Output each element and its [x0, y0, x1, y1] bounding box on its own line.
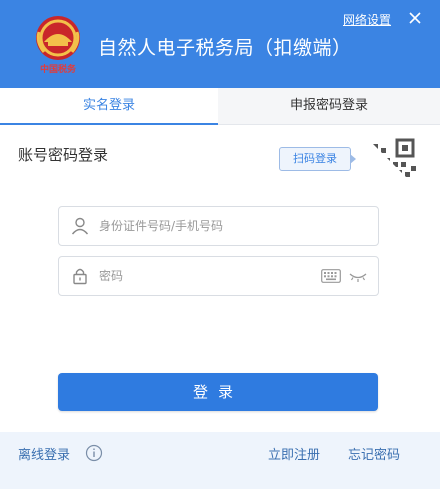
app-title: 自然人电子税务局（扣缴端）: [98, 37, 352, 59]
id-number-field[interactable]: [58, 206, 379, 246]
network-settings-link[interactable]: 网络设置: [343, 11, 391, 28]
form-title: 账号密码登录: [18, 146, 109, 164]
user-icon: [71, 217, 89, 235]
forgot-password-link[interactable]: 忘记密码: [348, 444, 400, 463]
login-button[interactable]: 登录: [58, 373, 378, 411]
header-bar: 中国税务 自然人电子税务局（扣缴端） 网络设置: [0, 0, 440, 88]
footer-bar: 离线登录 立即注册 忘记密码: [0, 432, 440, 489]
offline-login-link[interactable]: 离线登录: [18, 444, 70, 463]
password-field[interactable]: [58, 256, 379, 296]
tab-realname-login[interactable]: 实名登录: [0, 88, 218, 125]
logo-text: 中国税务: [39, 65, 76, 75]
tab-declare-password-login[interactable]: 申报密码登录: [218, 88, 440, 124]
keyboard-icon[interactable]: [321, 269, 341, 283]
qr-code-icon[interactable]: [365, 136, 425, 196]
login-window: 中国税务 自然人电子税务局（扣缴端） 网络设置 实名登录 申报密码登录 账号密码…: [0, 0, 440, 489]
eye-closed-icon[interactable]: [349, 269, 367, 283]
register-link[interactable]: 立即注册: [268, 444, 320, 463]
info-icon[interactable]: [85, 444, 103, 462]
lock-icon: [73, 268, 87, 285]
id-number-input[interactable]: [99, 207, 319, 245]
password-input[interactable]: [99, 257, 319, 295]
scan-login-badge[interactable]: 扫码登录: [279, 147, 356, 171]
login-tabs: 实名登录 申报密码登录: [0, 88, 440, 125]
close-icon[interactable]: [406, 9, 424, 27]
